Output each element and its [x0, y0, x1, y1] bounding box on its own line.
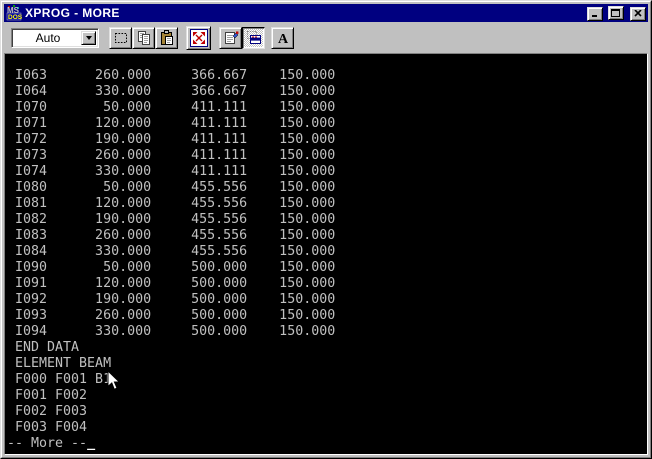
minimize-icon	[591, 10, 599, 17]
mark-button[interactable]	[109, 27, 132, 49]
console-line: I083 260.000 455.556 150.000	[7, 228, 645, 244]
xprog-window: MS DOS XPROG - MORE Auto	[0, 0, 652, 459]
console-line: I063 260.000 366.667 150.000	[7, 68, 645, 84]
svg-text:DOS: DOS	[8, 14, 22, 21]
console-line: I092 190.000 500.000 150.000	[7, 292, 645, 308]
console-line: ELEMENT BEAM	[7, 356, 645, 372]
background-windows-icon	[246, 30, 262, 46]
window-controls	[587, 4, 646, 22]
fullscreen-arrows-icon	[190, 29, 208, 47]
title-bar[interactable]: MS DOS XPROG - MORE	[4, 4, 648, 22]
paste-button[interactable]	[155, 27, 178, 49]
console-line: I072 190.000 411.111 150.000	[7, 132, 645, 148]
toolbar: Auto	[4, 22, 648, 53]
console-line: I094 330.000 500.000 150.000	[7, 324, 645, 340]
copy-pages-icon	[136, 30, 152, 46]
copy-button[interactable]	[132, 27, 155, 49]
console-line: I081 120.000 455.556 150.000	[7, 196, 645, 212]
combo-dropdown-button[interactable]	[81, 31, 96, 45]
console[interactable]: I063 260.000 366.667 150.000 I064 330.00…	[4, 53, 648, 455]
console-lines: I063 260.000 366.667 150.000 I064 330.00…	[5, 54, 647, 452]
console-line: I073 260.000 411.111 150.000	[7, 148, 645, 164]
selection-marquee-icon	[113, 30, 129, 46]
console-line: I064 330.000 366.667 150.000	[7, 84, 645, 100]
console-line: I093 260.000 500.000 150.000	[7, 308, 645, 324]
properties-sheet-icon	[223, 30, 239, 46]
console-line: -- More --_	[7, 436, 645, 452]
ms-dos-icon[interactable]: MS DOS	[6, 5, 22, 21]
font-button[interactable]: A	[271, 27, 294, 49]
close-button[interactable]	[630, 7, 646, 21]
paste-clipboard-icon	[159, 30, 175, 46]
window-frame: MS DOS XPROG - MORE Auto	[1, 1, 651, 458]
console-line: I082 190.000 455.556 150.000	[7, 212, 645, 228]
maximize-button[interactable]	[608, 6, 624, 20]
maximize-icon	[611, 9, 620, 17]
console-line: I091 120.000 500.000 150.000	[7, 276, 645, 292]
console-line: I074 330.000 411.111 150.000	[7, 164, 645, 180]
close-icon	[634, 10, 642, 17]
console-line: F003 F004	[7, 420, 645, 436]
minimize-button[interactable]	[587, 7, 603, 21]
console-line: I070 50.000 411.111 150.000	[7, 100, 645, 116]
console-line: F001 F002	[7, 388, 645, 404]
console-line: I090 50.000 500.000 150.000	[7, 260, 645, 276]
background-button[interactable]	[242, 27, 265, 49]
console-line: I080 50.000 455.556 150.000	[7, 180, 645, 196]
font-letter-a-icon: A	[275, 30, 291, 46]
console-line: I071 120.000 411.111 150.000	[7, 116, 645, 132]
properties-button[interactable]	[219, 27, 242, 49]
console-line: I084 330.000 455.556 150.000	[7, 244, 645, 260]
mouse-pointer-icon	[107, 370, 121, 391]
font-size-combobox[interactable]: Auto	[11, 28, 99, 48]
svg-text:A: A	[277, 32, 288, 46]
window-title: XPROG - MORE	[25, 5, 584, 21]
text-cursor: _	[87, 436, 95, 451]
fullscreen-button[interactable]	[186, 26, 211, 50]
console-line: F002 F003	[7, 404, 645, 420]
console-line: F000 F001 B1	[7, 372, 645, 388]
font-size-value: Auto	[36, 31, 61, 45]
console-line: END DATA	[7, 340, 645, 356]
